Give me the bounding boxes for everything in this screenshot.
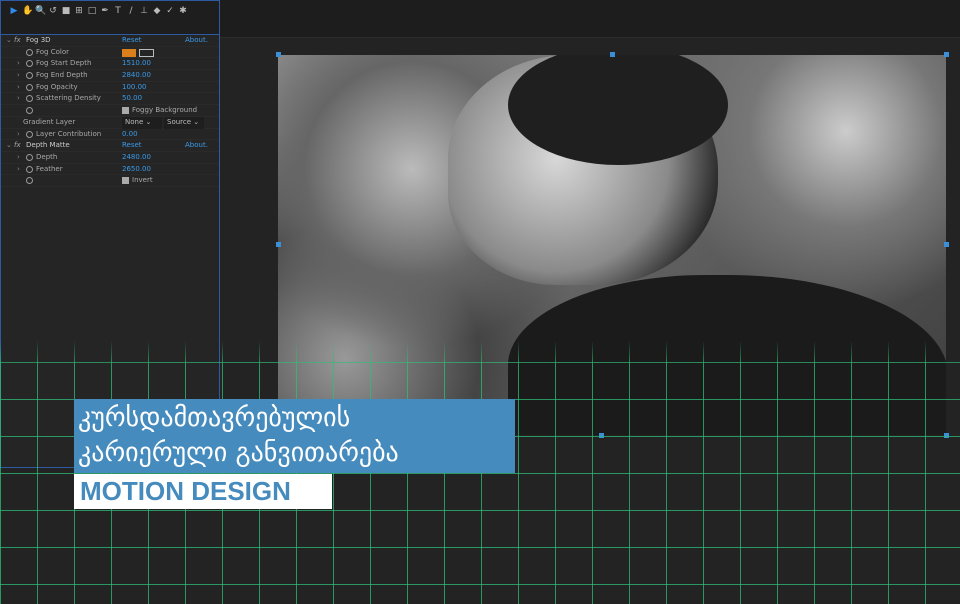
eyedropper-icon[interactable] <box>139 48 154 57</box>
prop-row: › Feather 2650.00 <box>1 164 219 176</box>
transform-handle[interactable] <box>276 52 281 57</box>
prop-label: Fog Start Depth <box>36 59 92 68</box>
transform-handle[interactable] <box>944 52 949 57</box>
prop-label: Layer Contribution <box>36 129 102 138</box>
expand-chevron-icon[interactable]: › <box>17 82 20 94</box>
prop-label: Fog End Depth <box>36 71 88 80</box>
checkbox-label: Invert <box>132 176 153 185</box>
stopwatch-icon[interactable] <box>26 83 33 91</box>
prop-value[interactable]: 2840.00 <box>122 70 151 82</box>
expand-chevron-icon[interactable]: › <box>17 164 20 176</box>
stopwatch-icon[interactable] <box>26 177 33 185</box>
pen-tool-icon[interactable]: ✒ <box>100 6 110 16</box>
prop-row: › Scattering Density 50.00 <box>1 93 219 106</box>
effect-name: Depth Matte <box>26 141 70 150</box>
prop-row: › Depth 2480.00 <box>1 152 219 164</box>
prop-label: Fog Opacity <box>36 82 78 91</box>
gradient-source-dropdown[interactable]: Source ⌄ <box>164 116 204 129</box>
fx-icon[interactable]: fx <box>14 140 21 152</box>
invert-checkbox[interactable] <box>122 176 129 184</box>
prop-row: › Fog Opacity 100.00 <box>1 82 219 94</box>
reset-link[interactable]: Reset <box>122 35 142 47</box>
hand-tool-icon[interactable]: ✋ <box>22 6 33 16</box>
collapse-chevron-icon[interactable]: ⌄ <box>6 140 12 152</box>
subtitle-banner: MOTION DESIGN <box>74 474 332 509</box>
prop-value[interactable]: 50.00 <box>122 93 142 105</box>
expand-chevron-icon[interactable]: › <box>17 70 20 82</box>
prop-invert: Invert <box>1 175 219 187</box>
transform-handle[interactable] <box>944 242 949 247</box>
title-line-1: კურსდამთავრებულის <box>78 403 351 433</box>
prop-label: Gradient Layer <box>23 117 76 126</box>
transform-handle[interactable] <box>276 242 281 247</box>
prop-value[interactable]: 2480.00 <box>122 152 151 164</box>
dropdown-value: None <box>125 117 144 126</box>
reset-link[interactable]: Reset <box>122 140 142 152</box>
stopwatch-icon[interactable] <box>26 165 33 173</box>
transform-handle[interactable] <box>610 52 615 57</box>
selection-tool-icon[interactable]: ▶ <box>9 6 19 16</box>
effect-header-fog-3d[interactable]: ⌄ fx Fog 3D Reset About. <box>1 35 219 47</box>
stopwatch-icon[interactable] <box>26 130 33 138</box>
stopwatch-icon[interactable] <box>26 153 33 161</box>
prop-label: Scattering Density <box>36 94 101 103</box>
expand-chevron-icon[interactable]: › <box>17 152 20 164</box>
camera-tool-icon[interactable]: ■ <box>61 6 71 16</box>
prop-row: › Fog End Depth 2840.00 <box>1 70 219 82</box>
prop-value[interactable]: 0.00 <box>122 129 138 141</box>
foggy-background-checkbox[interactable] <box>122 106 129 114</box>
prop-value[interactable]: 2650.00 <box>122 164 151 176</box>
brush-tool-icon[interactable]: / <box>126 6 136 16</box>
prop-value[interactable]: 1510.00 <box>122 58 151 70</box>
expand-chevron-icon[interactable]: › <box>17 93 20 105</box>
fx-icon[interactable]: fx <box>14 35 21 47</box>
about-link[interactable]: About. <box>185 35 208 47</box>
gradient-layer-dropdown[interactable]: None ⌄ <box>122 116 162 129</box>
stopwatch-icon[interactable] <box>26 72 33 80</box>
prop-foggy-background: Foggy Background <box>1 105 219 117</box>
stopwatch-icon[interactable] <box>26 60 33 68</box>
expand-chevron-icon[interactable]: › <box>17 58 20 70</box>
clone-stamp-tool-icon[interactable]: ⊥ <box>139 6 149 16</box>
rectangle-tool-icon[interactable]: □ <box>87 6 97 16</box>
prop-row: › Fog Start Depth 1510.00 <box>1 58 219 71</box>
prop-layer-contribution: › Layer Contribution 0.00 <box>1 129 219 141</box>
tools-toolbar: ▶ ✋ 🔍 ↺ ■ ⊞ □ ✒ T / ⊥ ◆ ✓ ✱ <box>0 0 220 34</box>
prop-value[interactable]: 100.00 <box>122 82 147 94</box>
rotate-tool-icon[interactable]: ↺ <box>48 6 58 16</box>
eraser-tool-icon[interactable]: ◆ <box>152 6 162 16</box>
subtitle-text: MOTION DESIGN <box>80 476 291 506</box>
stopwatch-icon[interactable] <box>26 107 33 115</box>
prop-label: Depth <box>36 152 58 161</box>
prop-fog-color: Fog Color <box>1 47 219 59</box>
effect-header-depth-matte[interactable]: ⌄ fx Depth Matte Reset About. <box>1 140 219 152</box>
fog-color-swatch[interactable] <box>122 48 136 57</box>
checkbox-label: Foggy Background <box>132 106 198 115</box>
type-tool-icon[interactable]: T <box>113 6 123 16</box>
prop-label: Feather <box>36 164 63 173</box>
collapse-chevron-icon[interactable]: ⌄ <box>6 35 12 47</box>
expand-chevron-icon[interactable]: › <box>17 129 20 141</box>
effect-name: Fog 3D <box>26 36 51 44</box>
title-banner: კურსდამთავრებულის კარიერული განვითარება <box>74 399 515 473</box>
zoom-tool-icon[interactable]: 🔍 <box>35 6 46 16</box>
pan-behind-tool-icon[interactable]: ⊞ <box>74 6 84 16</box>
puppet-tool-icon[interactable]: ✱ <box>178 6 188 16</box>
prop-label: Fog Color <box>36 47 70 56</box>
roto-brush-tool-icon[interactable]: ✓ <box>165 6 175 16</box>
stopwatch-icon[interactable] <box>26 95 33 103</box>
prop-gradient-layer: Gradient Layer None ⌄ Source ⌄ <box>1 116 219 129</box>
dropdown-value: Source <box>167 117 192 126</box>
title-line-2: კარიერული განვითარება <box>78 438 399 468</box>
stopwatch-icon[interactable] <box>26 48 33 56</box>
about-link[interactable]: About. <box>185 140 208 152</box>
